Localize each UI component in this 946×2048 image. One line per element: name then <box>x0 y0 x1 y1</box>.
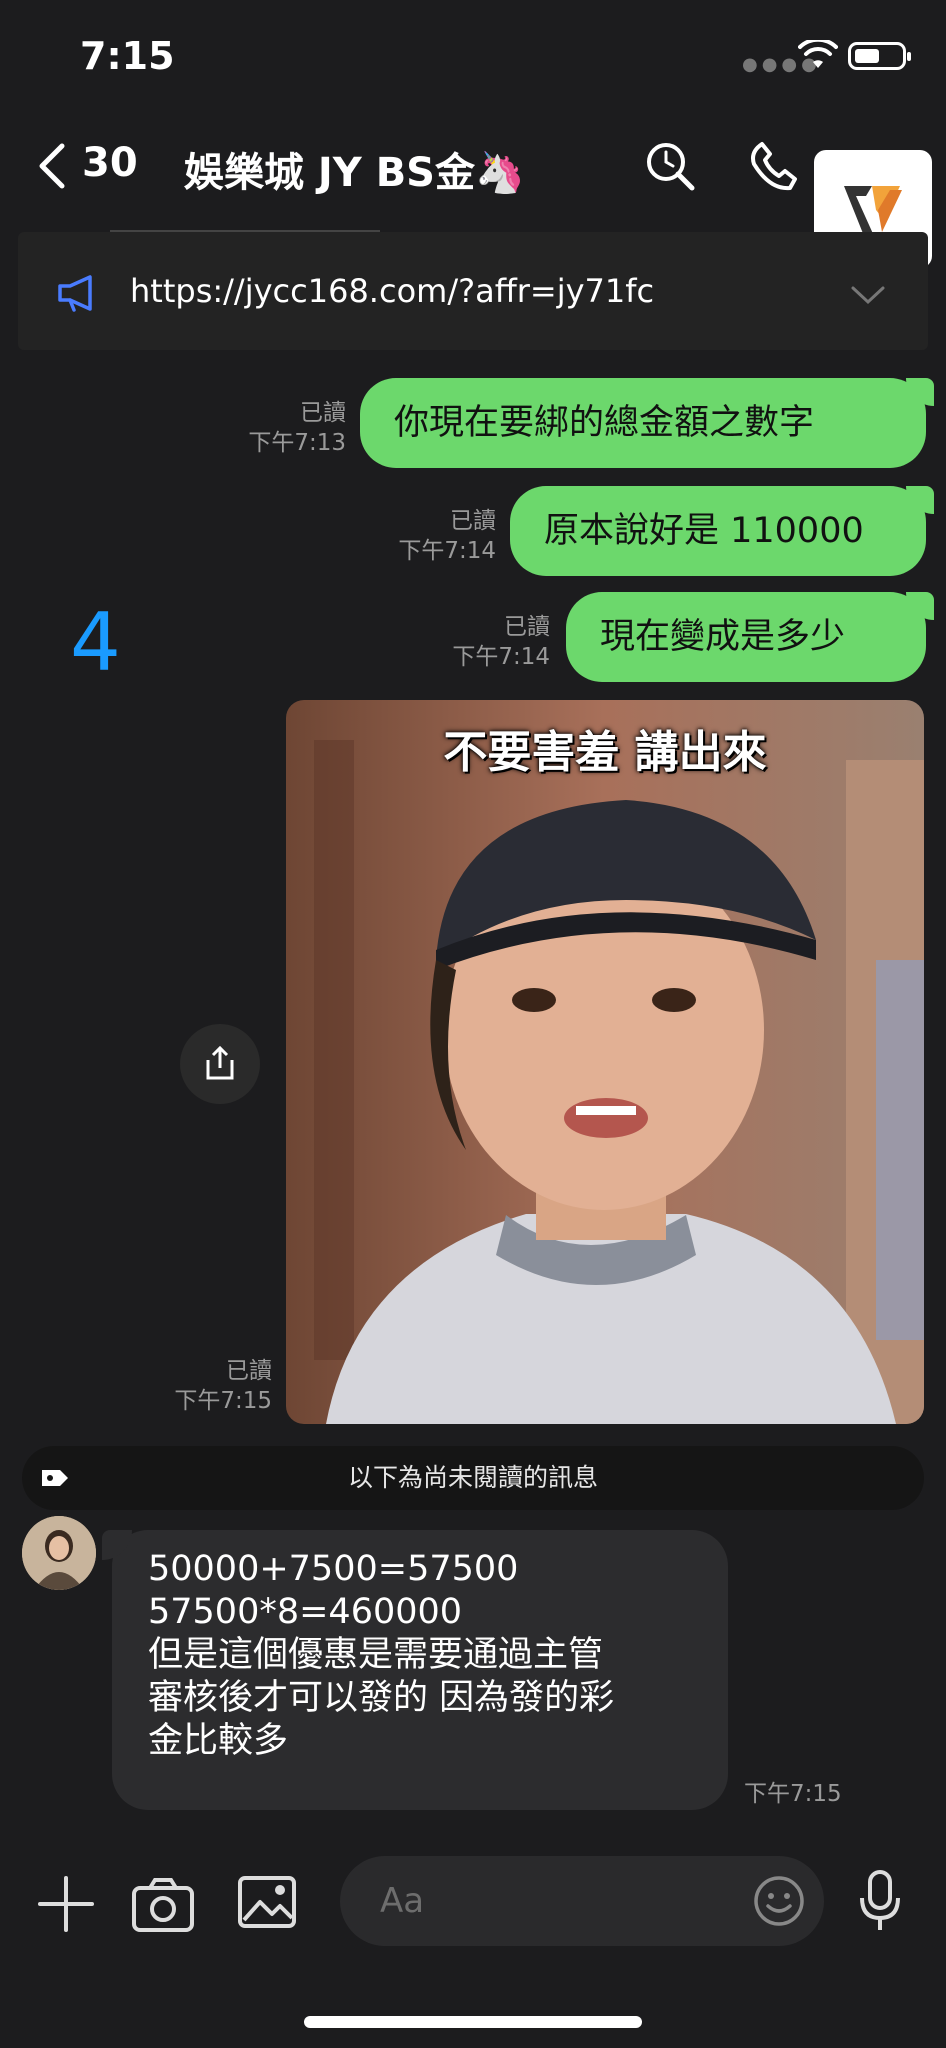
announcement-link[interactable]: https://jycc168.com/?affr=jy71fc <box>130 272 654 310</box>
read-receipt: 已讀 <box>504 614 550 640</box>
outgoing-bubble[interactable]: 現在變成是多少 <box>566 592 934 682</box>
avatar[interactable] <box>22 1516 96 1590</box>
incoming-line: 57500*8=460000 <box>148 1592 463 1632</box>
message-time: 下午7:15 <box>174 1388 272 1414</box>
incoming-line: 金比較多 <box>148 1721 289 1761</box>
back-icon[interactable] <box>34 140 74 192</box>
previous-message-ghost <box>110 182 380 232</box>
woman-in-cap-image <box>286 700 924 1424</box>
sticker-image[interactable]: 不要害羞 講出來 <box>286 700 924 1424</box>
outgoing-bubble[interactable]: 原本說好是 110000 <box>510 486 934 576</box>
plus-icon[interactable] <box>36 1874 96 1934</box>
read-receipt: 已讀 <box>300 400 346 426</box>
emoji-icon[interactable] <box>752 1874 806 1928</box>
message-time: 下午7:15 <box>744 1781 842 1807</box>
incoming-line: 審核後才可以發的 因為發的彩 <box>148 1678 615 1718</box>
message-time: 下午7:14 <box>398 538 496 564</box>
sticker-caption: 不要害羞 講出來 <box>443 727 767 778</box>
read-receipt: 已讀 <box>226 1358 272 1384</box>
incoming-line: 但是這個優惠是需要通過主管 <box>148 1635 604 1675</box>
status-time: 7:15 <box>80 34 175 78</box>
incoming-line: 50000+7500=57500 <box>148 1549 519 1589</box>
camera-icon[interactable] <box>130 1874 196 1934</box>
home-indicator[interactable] <box>304 2016 642 2028</box>
message-time: 下午7:14 <box>452 644 550 670</box>
read-receipt: 已讀 <box>450 508 496 534</box>
microphone-icon[interactable] <box>856 1868 904 1934</box>
search-icon[interactable] <box>642 138 698 194</box>
incoming-bubble[interactable]: 50000+7500=57500 57500*8=460000 但是這個優惠是需… <box>102 1530 728 1810</box>
outgoing-bubble[interactable]: 你現在要綁的總金額之數字 <box>360 378 934 468</box>
chevron-down-icon[interactable] <box>850 284 886 306</box>
call-icon[interactable] <box>748 138 804 194</box>
wifi-icon <box>798 40 838 68</box>
share-icon[interactable] <box>180 1024 260 1104</box>
avatar-photo-icon <box>22 1516 96 1590</box>
unread-divider-label: 以下為尚未閱讀的訊息 <box>347 1463 598 1492</box>
battery-icon <box>848 42 911 70</box>
unread-count[interactable]: 30 <box>82 140 138 186</box>
overlay-number: 4 <box>70 596 121 689</box>
message-time: 下午7:13 <box>248 430 346 456</box>
gallery-icon[interactable] <box>236 1872 298 1932</box>
megaphone-icon <box>58 275 92 312</box>
